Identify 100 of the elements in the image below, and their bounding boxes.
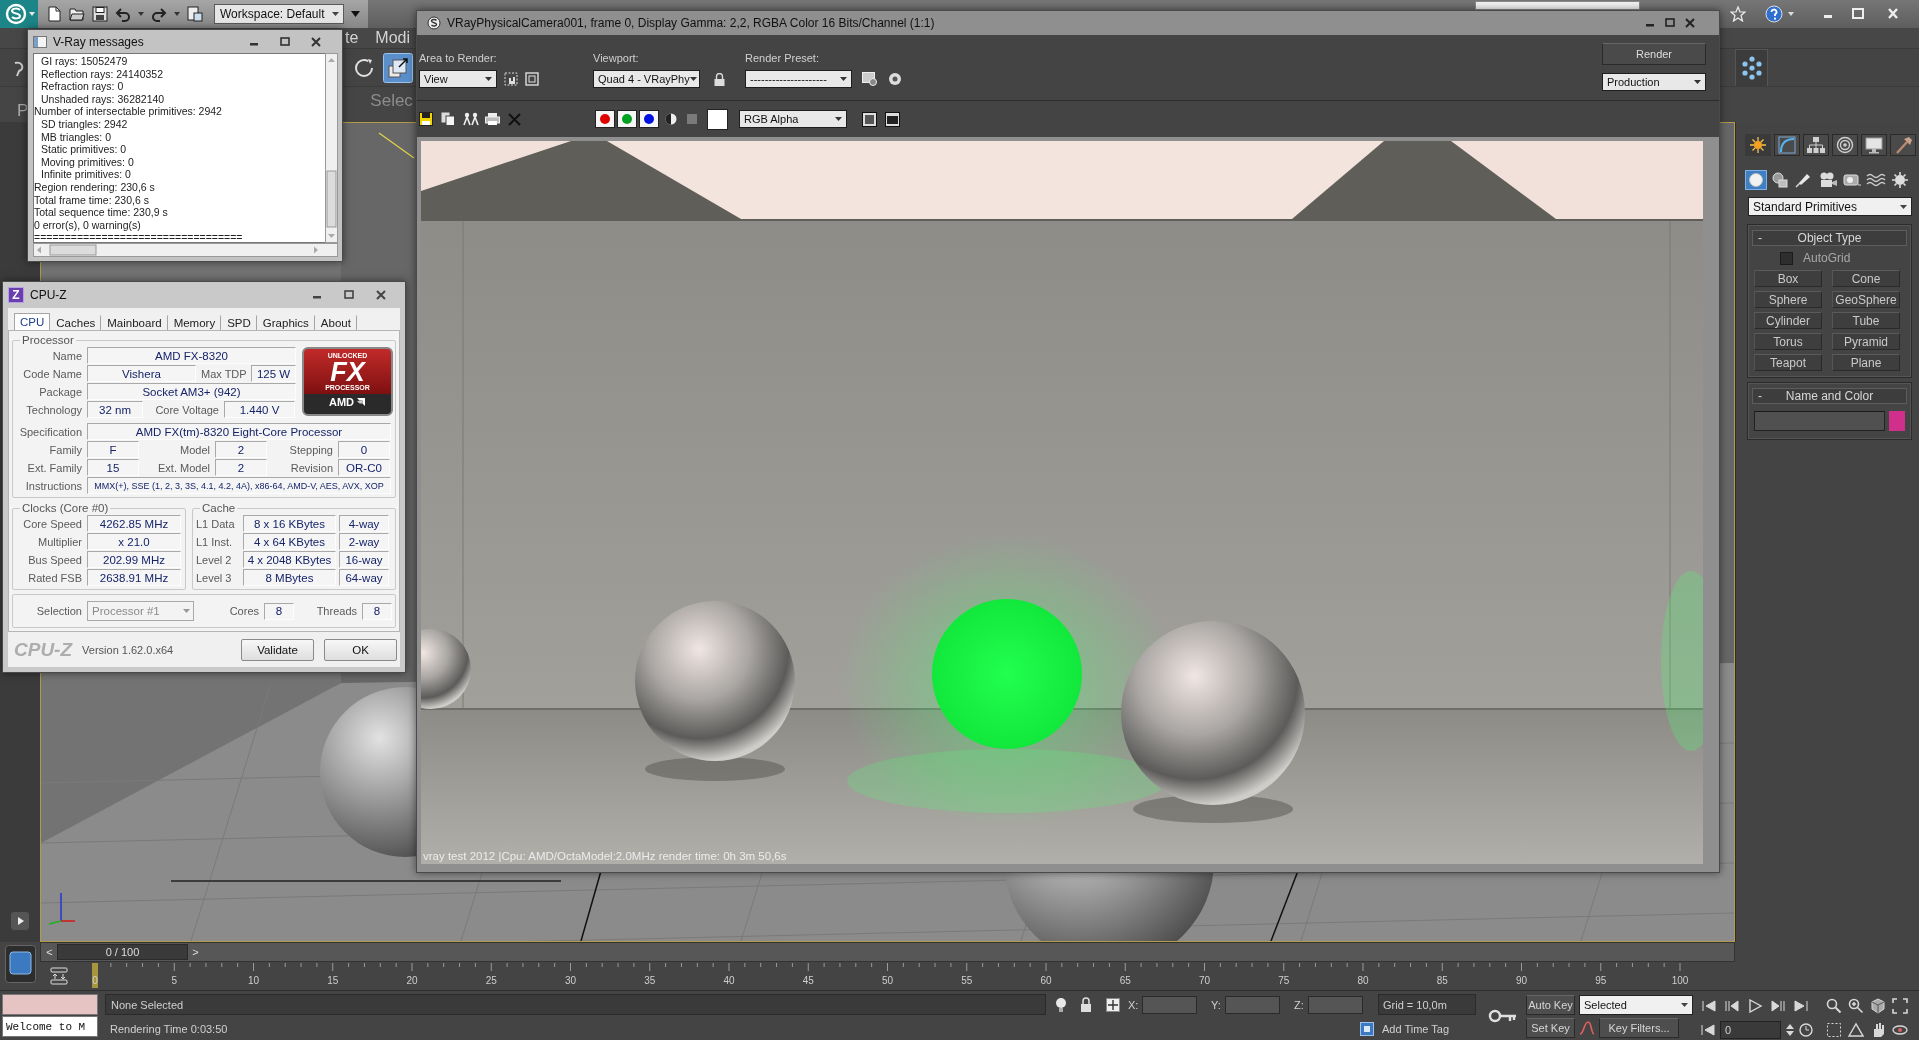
scale-tool-icon[interactable] — [383, 52, 413, 83]
rollout-header[interactable]: - Object Type — [1752, 230, 1907, 246]
caret-icon[interactable] — [485, 77, 492, 81]
time-slider-thumb[interactable]: 0 / 100 — [57, 944, 188, 960]
logo-icon[interactable] — [0, 0, 38, 28]
channel-toggle-button[interactable] — [595, 110, 615, 128]
tile-icon[interactable] — [4, 945, 36, 983]
dashed-square-icon[interactable] — [1826, 1022, 1842, 1038]
save-icon[interactable] — [92, 6, 108, 22]
workspace-dropdown[interactable]: Workspace: Default — [214, 4, 344, 24]
bulb-icon[interactable] — [1054, 996, 1068, 1013]
crop-icon[interactable] — [525, 72, 539, 86]
panel-tab-label[interactable]: P — [17, 102, 29, 120]
primitive-button[interactable]: Sphere — [1754, 291, 1822, 308]
search-field[interactable] — [1475, 1, 1640, 10]
next-frame-button[interactable]: > — [188, 944, 203, 960]
maximize-icon[interactable] — [344, 290, 354, 300]
tab[interactable]: CPU — [14, 313, 51, 330]
preset-dropdown[interactable]: --------------------- — [745, 70, 852, 88]
key-icon[interactable] — [1488, 1008, 1518, 1023]
dialog-button[interactable]: OK — [324, 638, 397, 661]
hierarchy-icon[interactable] — [1803, 134, 1829, 156]
dots-icon[interactable] — [1739, 55, 1764, 80]
previous-frame-button[interactable]: < — [42, 944, 57, 960]
primitive-button[interactable]: Torus — [1754, 333, 1822, 350]
channel-toggle-button[interactable] — [639, 110, 659, 128]
logo-icon[interactable] — [427, 16, 441, 30]
skip-forward-icon[interactable] — [1793, 999, 1809, 1013]
project-folder-icon[interactable] — [187, 6, 203, 22]
crosshair-icon[interactable] — [1106, 997, 1120, 1012]
render-mode-dropdown[interactable]: Production — [1602, 73, 1706, 91]
coordinate-field[interactable] — [1308, 995, 1363, 1014]
menu-item[interactable]: Modi — [375, 28, 411, 48]
monitor-icon[interactable] — [1861, 134, 1887, 156]
save-icon[interactable] — [419, 112, 433, 126]
caret-icon[interactable] — [1681, 1002, 1688, 1007]
caret-icon[interactable] — [840, 77, 847, 81]
primitive-button[interactable]: Teapot — [1754, 354, 1822, 371]
render-setup-icon[interactable] — [862, 72, 878, 86]
dialog-button[interactable]: Validate — [241, 638, 314, 661]
primitive-button[interactable]: Box — [1754, 270, 1822, 287]
rollout-header[interactable]: - Name and Color — [1752, 388, 1907, 404]
key-mode-icon[interactable] — [1701, 1024, 1715, 1036]
close-icon[interactable] — [311, 36, 321, 47]
corners-icon[interactable] — [1892, 998, 1908, 1014]
set-key-button[interactable]: Set Key — [1526, 1017, 1575, 1038]
sun-icon[interactable] — [1745, 134, 1771, 156]
primitive-button[interactable]: Pyramid — [1832, 333, 1900, 350]
help-icon[interactable] — [1765, 5, 1783, 23]
area-dropdown[interactable]: View — [419, 70, 497, 88]
collapse-sign[interactable]: - — [1753, 389, 1767, 403]
open-folder-icon[interactable] — [69, 6, 85, 22]
primitive-button[interactable]: Tube — [1832, 312, 1900, 329]
add-time-tag-button[interactable]: Add Time Tag — [1382, 1022, 1480, 1035]
maximize-icon[interactable] — [280, 36, 290, 47]
copy-icon[interactable] — [441, 112, 455, 126]
frame-field[interactable]: 0 — [1720, 1021, 1781, 1039]
key-mode-dropdown[interactable]: Selected — [1579, 994, 1693, 1015]
magnifier-icon[interactable] — [1826, 998, 1842, 1014]
close-icon[interactable] — [376, 290, 386, 300]
region-icon[interactable] — [504, 72, 518, 86]
printer-icon[interactable] — [485, 112, 500, 126]
monitor-icon[interactable] — [885, 111, 900, 127]
time-tag-icon[interactable] — [1360, 1021, 1374, 1036]
orbit-icon[interactable] — [1892, 1022, 1908, 1038]
previous-frame-icon[interactable] — [1724, 999, 1740, 1013]
caret-icon[interactable] — [138, 12, 144, 16]
primitive-button[interactable]: GeoSphere — [1832, 291, 1900, 308]
lock-icon[interactable] — [714, 72, 725, 86]
new-file-icon[interactable] — [46, 6, 62, 22]
channel-dropdown[interactable]: RGB Alpha — [739, 110, 847, 128]
viewport-dropdown[interactable]: Quad 4 - VRayPhy — [593, 70, 700, 88]
swatch-icon[interactable] — [1889, 411, 1905, 431]
frame-marker-icon[interactable] — [92, 963, 98, 988]
collapse-sign[interactable]: - — [1753, 231, 1767, 245]
script-output-field[interactable]: Welcome to M — [2, 1016, 98, 1037]
render-button[interactable]: Render — [1602, 43, 1706, 65]
cube-icon[interactable] — [1870, 998, 1886, 1014]
channel-toggle-button[interactable] — [617, 110, 637, 128]
circle-icon[interactable] — [888, 72, 902, 86]
shapes-icon[interactable] — [1769, 170, 1791, 190]
horizontal-scrollbar[interactable] — [33, 243, 338, 257]
window-icon[interactable] — [862, 111, 877, 127]
caret-icon[interactable] — [1694, 80, 1701, 84]
triangle-icon[interactable] — [1848, 1022, 1864, 1038]
caret-icon[interactable] — [174, 12, 180, 16]
script-input-field[interactable] — [2, 994, 98, 1015]
spinner-icon[interactable] — [1786, 1023, 1794, 1037]
primitive-button[interactable]: Cylinder — [1754, 312, 1822, 329]
primitive-button[interactable]: Cone — [1832, 270, 1900, 287]
key-filters-button[interactable]: Key Filters... — [1599, 1017, 1679, 1038]
name-input-field[interactable] — [1754, 411, 1885, 431]
people-icon[interactable] — [463, 112, 479, 126]
caret-icon[interactable] — [351, 11, 360, 17]
bars-arrows-icon[interactable] — [50, 967, 68, 985]
arc-icon[interactable] — [1774, 134, 1800, 156]
next-frame-icon[interactable] — [1770, 999, 1786, 1013]
checkbox[interactable] — [1780, 251, 1793, 265]
gear-icon[interactable] — [1889, 170, 1911, 190]
category-dropdown[interactable]: Standard Primitives — [1748, 197, 1912, 216]
